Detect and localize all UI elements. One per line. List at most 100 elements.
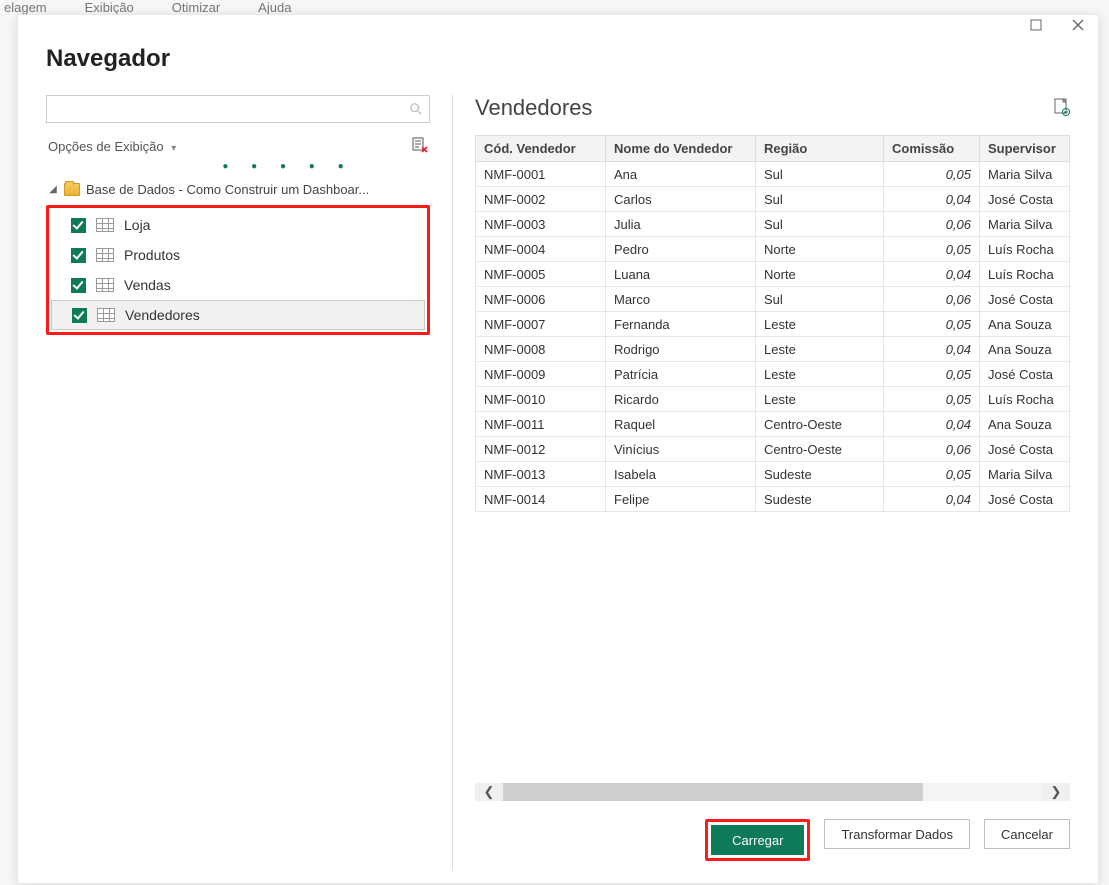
table-item-produtos[interactable]: Produtos [51,240,425,270]
checkbox-icon[interactable] [71,218,86,233]
table-row[interactable]: NMF-0002CarlosSul0,04José Costa [476,187,1070,212]
load-button[interactable]: Carregar [711,825,804,855]
cell-nome: Isabela [606,462,756,487]
table-row[interactable]: NMF-0003JuliaSul0,06Maria Silva [476,212,1070,237]
table-item-vendas[interactable]: Vendas [51,270,425,300]
table-item-vendedores[interactable]: Vendedores [51,300,425,330]
navigator-panel: Opções de Exibição ▾ ● ● ● ● ● ◢ Base de… [46,95,430,871]
table-item-loja[interactable]: Loja [51,210,425,240]
cell-comissao: 0,05 [884,387,980,412]
column-header[interactable]: Comissão [884,136,980,162]
cell-comissao: 0,06 [884,437,980,462]
cell-nome: Felipe [606,487,756,512]
cell-regiao: Sul [756,187,884,212]
refresh-clear-button[interactable] [412,137,428,156]
scroll-left-icon[interactable]: ❮ [475,783,503,801]
add-column-button[interactable] [1054,98,1070,119]
transform-data-button[interactable]: Transformar Dados [824,819,970,849]
table-icon [96,218,114,232]
scroll-thumb[interactable] [503,783,923,801]
close-button[interactable] [1064,19,1092,41]
cell-supervisor: Ana Souza [980,312,1070,337]
table-row[interactable]: NMF-0005LuanaNorte0,04Luís Rocha [476,262,1070,287]
checkbox-icon[interactable] [71,248,86,263]
checkbox-icon[interactable] [71,278,86,293]
cell-supervisor: Luís Rocha [980,262,1070,287]
table-row[interactable]: NMF-0009PatríciaLeste0,05José Costa [476,362,1070,387]
table-row[interactable]: NMF-0008RodrigoLeste0,04Ana Souza [476,337,1070,362]
cell-nome: Julia [606,212,756,237]
column-header[interactable]: Nome do Vendedor [606,136,756,162]
cell-supervisor: Luís Rocha [980,237,1070,262]
cell-regiao: Sul [756,287,884,312]
search-box[interactable] [46,95,430,123]
dialog-title: Navegador [46,43,1070,95]
cell-comissao: 0,04 [884,337,980,362]
cell-nome: Rodrigo [606,337,756,362]
cell-comissao: 0,04 [884,487,980,512]
cell-regiao: Norte [756,262,884,287]
cell-comissao: 0,05 [884,362,980,387]
column-header[interactable]: Região [756,136,884,162]
cell-regiao: Centro-Oeste [756,437,884,462]
table-row[interactable]: NMF-0004PedroNorte0,05Luís Rocha [476,237,1070,262]
table-row[interactable]: NMF-0014FelipeSudeste0,04José Costa [476,487,1070,512]
cell-supervisor: Maria Silva [980,462,1070,487]
cell-regiao: Leste [756,337,884,362]
ribbon-item: Ajuda [258,0,291,4]
column-header[interactable]: Cód. Vendedor [476,136,606,162]
table-name: Loja [124,217,150,233]
display-options-dropdown[interactable]: Opções de Exibição ▾ [48,139,176,154]
cell-cod: NMF-0009 [476,362,606,387]
scroll-right-icon[interactable]: ❯ [1042,783,1070,801]
table-row[interactable]: NMF-0006MarcoSul0,06José Costa [476,287,1070,312]
close-icon [1072,19,1084,31]
cell-regiao: Sudeste [756,487,884,512]
cell-cod: NMF-0008 [476,337,606,362]
search-input[interactable] [55,97,409,121]
cell-regiao: Sul [756,162,884,187]
cell-regiao: Leste [756,312,884,337]
cell-cod: NMF-0006 [476,287,606,312]
cell-nome: Vinícius [606,437,756,462]
cancel-button[interactable]: Cancelar [984,819,1070,849]
cell-supervisor: Maria Silva [980,212,1070,237]
add-page-icon [1054,98,1070,116]
cell-regiao: Centro-Oeste [756,412,884,437]
load-button-highlight: Carregar [705,819,810,861]
display-options-label: Opções de Exibição [48,139,164,154]
cell-regiao: Leste [756,387,884,412]
source-name: Base de Dados - Como Construir um Dashbo… [86,182,369,197]
cell-comissao: 0,06 [884,212,980,237]
cell-comissao: 0,05 [884,237,980,262]
cell-supervisor: José Costa [980,487,1070,512]
cell-comissao: 0,04 [884,412,980,437]
preview-title: Vendedores [475,95,592,121]
cell-cod: NMF-0014 [476,487,606,512]
table-row[interactable]: NMF-0011RaquelCentro-Oeste0,04Ana Souza [476,412,1070,437]
column-header[interactable]: Supervisor [980,136,1070,162]
search-icon [409,102,423,116]
cell-comissao: 0,04 [884,187,980,212]
table-row[interactable]: NMF-0012ViníciusCentro-Oeste0,06José Cos… [476,437,1070,462]
table-icon [96,278,114,292]
navigator-dialog: Navegador Opções de Exibição ▾ [17,14,1099,884]
horizontal-scrollbar[interactable]: ❮ ❯ [475,783,1070,801]
cell-nome: Marco [606,287,756,312]
cell-cod: NMF-0013 [476,462,606,487]
table-row[interactable]: NMF-0013IsabelaSudeste0,05Maria Silva [476,462,1070,487]
cell-supervisor: José Costa [980,287,1070,312]
source-node[interactable]: ◢ Base de Dados - Como Construir um Dash… [46,178,430,201]
cell-cod: NMF-0012 [476,437,606,462]
cell-comissao: 0,06 [884,287,980,312]
cell-cod: NMF-0004 [476,237,606,262]
table-row[interactable]: NMF-0007FernandaLeste0,05Ana Souza [476,312,1070,337]
cell-nome: Raquel [606,412,756,437]
expand-arrow-icon: ◢ [48,184,58,195]
table-row[interactable]: NMF-0010RicardoLeste0,05Luís Rocha [476,387,1070,412]
checkbox-icon[interactable] [72,308,87,323]
maximize-button[interactable] [1022,19,1050,41]
table-row[interactable]: NMF-0001AnaSul0,05Maria Silva [476,162,1070,187]
scroll-track[interactable] [503,783,1042,801]
table-icon [97,308,115,322]
